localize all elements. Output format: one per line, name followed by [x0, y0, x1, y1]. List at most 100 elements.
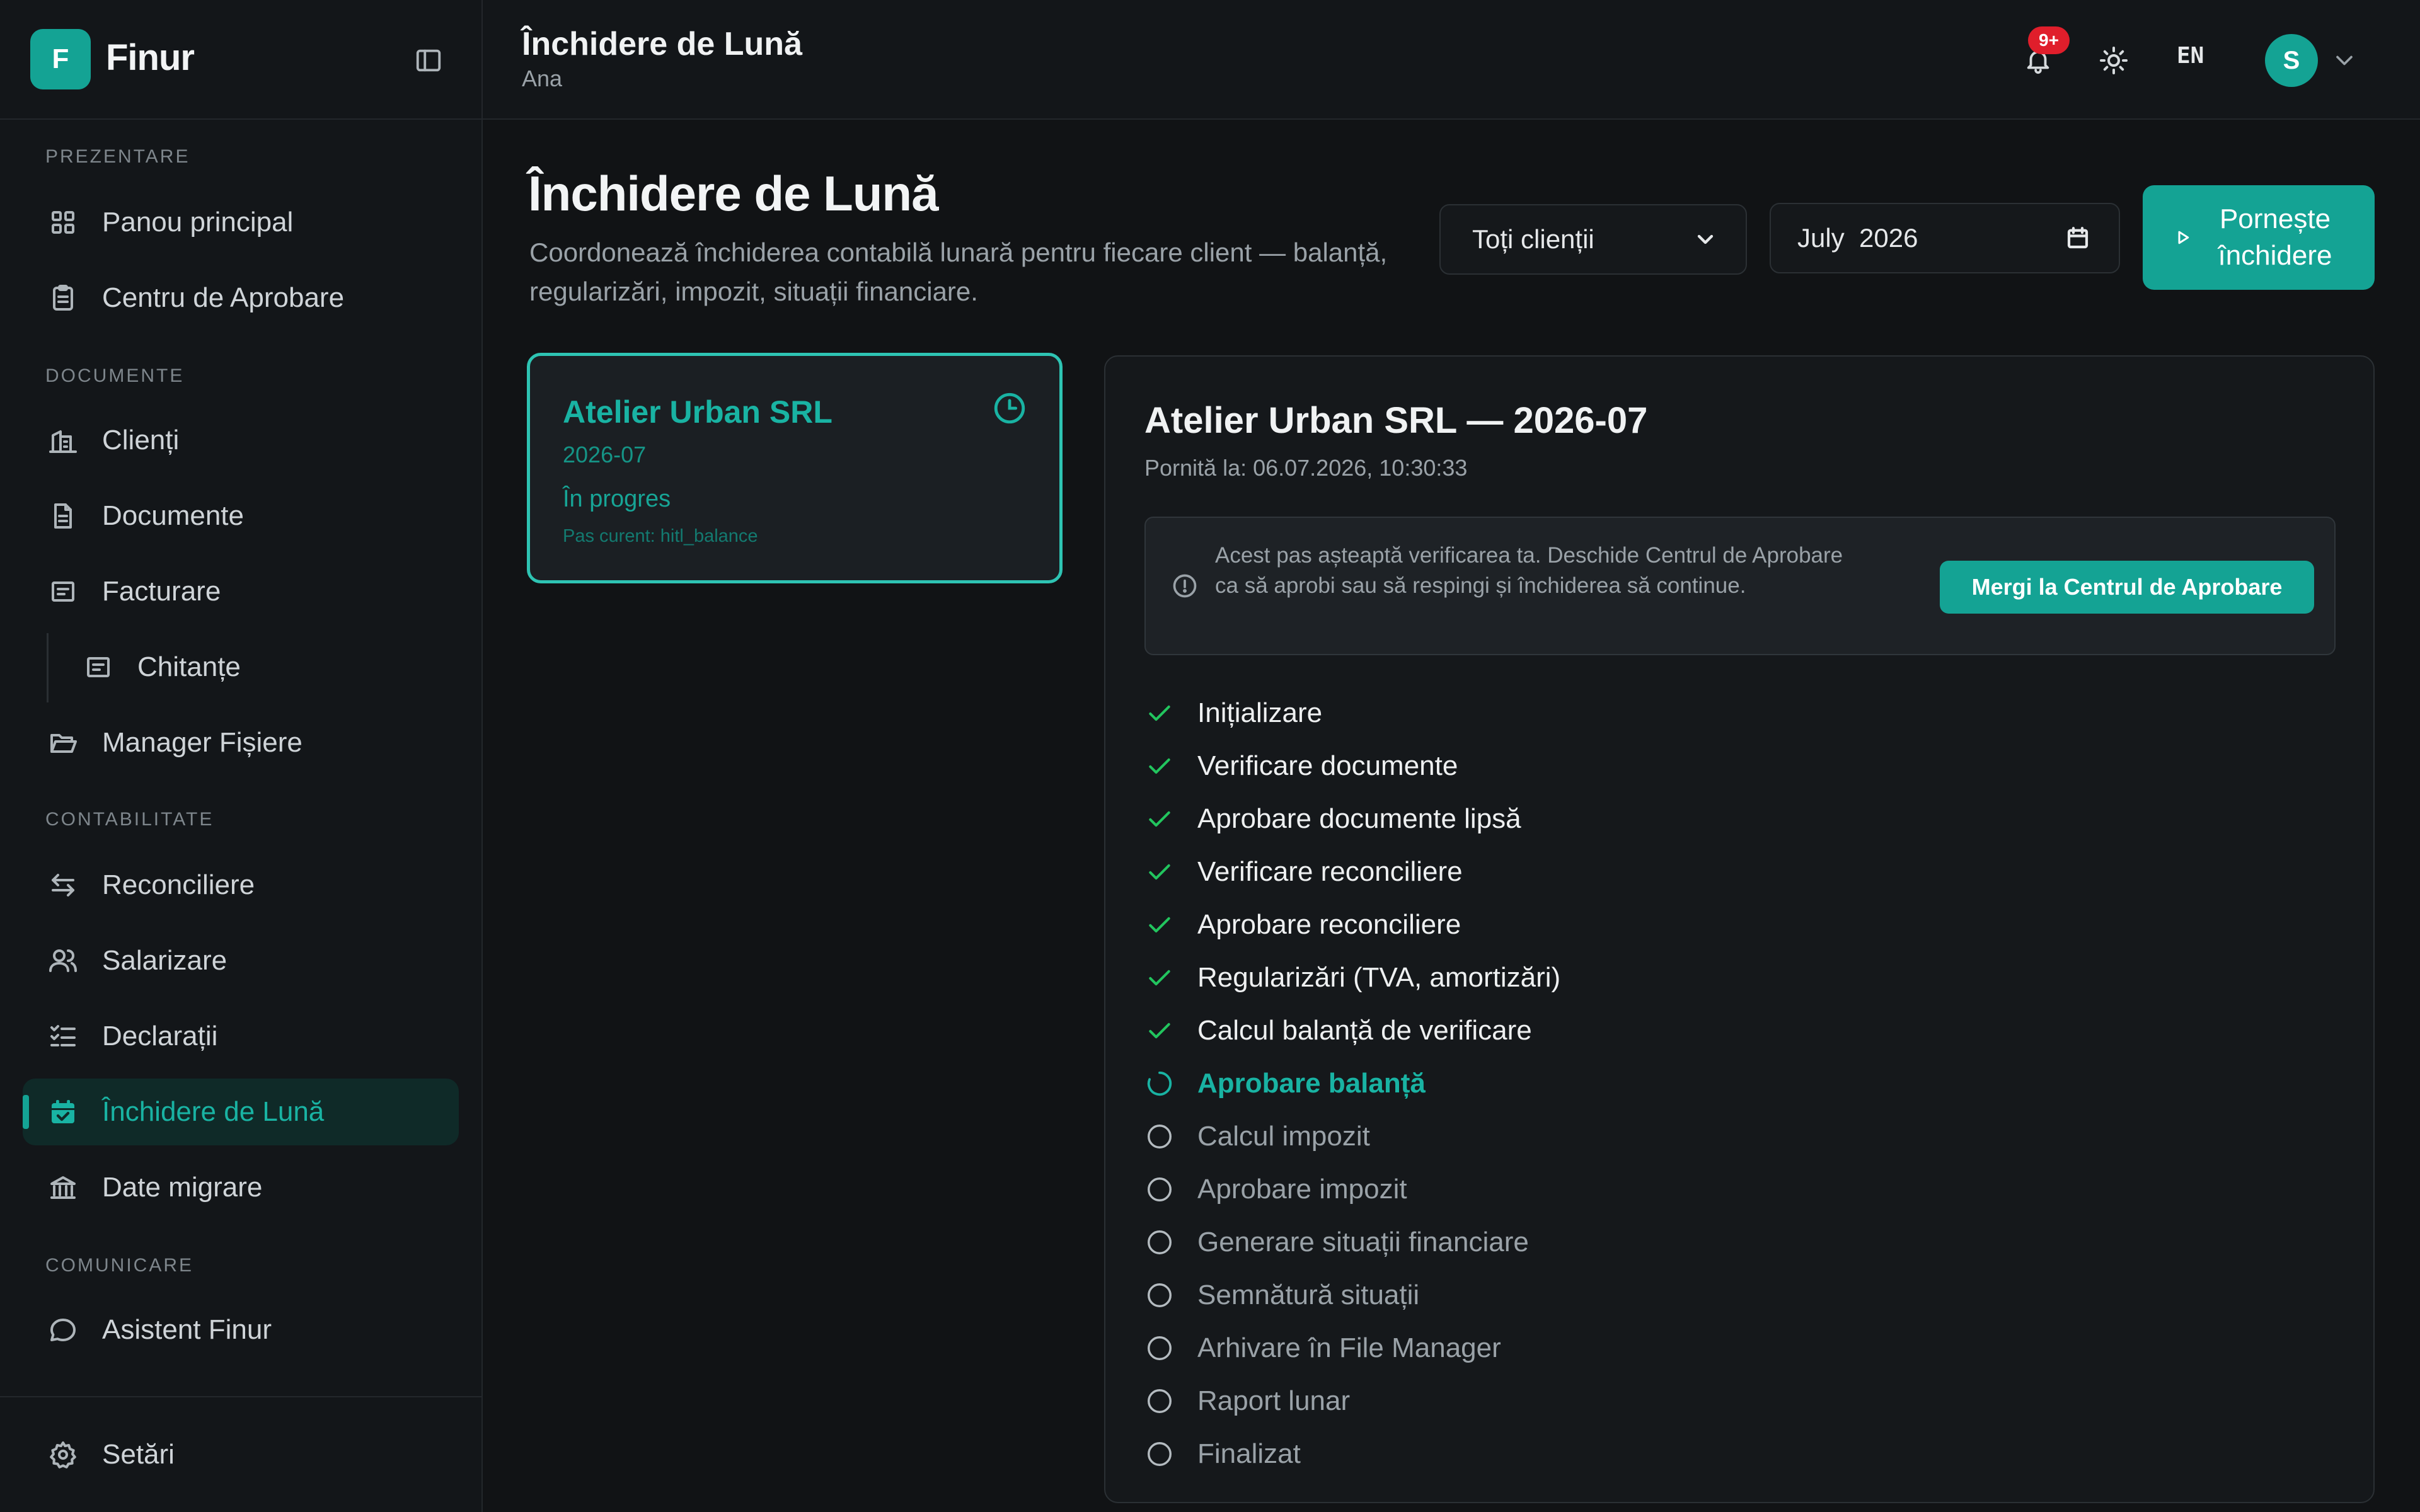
current-step-label: Pas curent: hitl_balance [563, 526, 758, 546]
circle-icon [1144, 1227, 1175, 1257]
step-item: Semnătură situații [1144, 1269, 2279, 1322]
sidebar-item-declarations[interactable]: Declarații [23, 1003, 459, 1070]
info-icon [1173, 574, 1197, 598]
circle-icon [1144, 1174, 1175, 1205]
sidebar-item-label: Date migrare [102, 1172, 263, 1203]
step-label: Verificare reconciliere [1197, 856, 1463, 887]
chevron-down-icon [2336, 55, 2353, 66]
check-icon [1144, 910, 1175, 940]
step-item: Calcul impozit [1144, 1110, 2279, 1163]
client-filter-select[interactable]: Toți clienții [1439, 204, 1747, 275]
grid-icon [47, 206, 79, 239]
sidebar-item-assistant[interactable]: Asistent Finur [23, 1297, 459, 1363]
sidebar-item-label: Declarații [102, 1021, 218, 1051]
sidebar-item-clients[interactable]: Clienți [23, 407, 459, 474]
step-item: Regularizări (TVA, amortizări) [1144, 951, 2279, 1004]
sidebar-item-reconciliation[interactable]: Reconciliere [23, 852, 459, 919]
topbar-title: Închidere de Lună [522, 26, 802, 62]
sidebar-item-approval-center[interactable]: Centru de Aprobare [23, 265, 459, 331]
check-icon [1144, 857, 1175, 887]
logo-badge: F [30, 29, 91, 89]
language-switcher[interactable]: EN [2177, 43, 2204, 69]
step-label: Aprobare impozit [1197, 1174, 1407, 1205]
status-badge: În progres [563, 486, 671, 512]
sidebar-item-migration-data[interactable]: Date migrare [23, 1154, 459, 1221]
clock-icon [994, 392, 1025, 424]
play-icon [2178, 231, 2189, 244]
go-to-approval-center-button[interactable]: Mergi la Centrul de Aprobare [1940, 561, 2314, 614]
step-item: Aprobare documente lipsă [1144, 793, 2279, 845]
calendar-check-icon [47, 1096, 79, 1128]
sidebar-panel-icon [416, 49, 441, 72]
step-label: Regularizări (TVA, amortizări) [1197, 962, 1561, 993]
client-filter-value: Toți clienții [1472, 224, 1594, 254]
check-icon [1144, 751, 1175, 781]
users-icon [47, 944, 79, 977]
check-icon [1144, 698, 1175, 728]
circle-icon [1144, 1386, 1175, 1416]
step-label: Generare situații financiare [1197, 1227, 1529, 1257]
chevron-down-icon [1697, 234, 1714, 244]
avatar[interactable]: S [2265, 34, 2318, 87]
sidebar-item-month-close[interactable]: Închidere de Lună [23, 1079, 459, 1145]
app-root: F Finur PREZENTARE Panou principal Centr… [0, 0, 2420, 1512]
step-item: Inițializare [1144, 687, 2279, 740]
step-label: Calcul impozit [1197, 1121, 1370, 1152]
circle-icon [1144, 1280, 1175, 1310]
gear-icon [47, 1438, 79, 1471]
sidebar-item-label: Documente [102, 500, 245, 531]
step-label: Aprobare reconciliere [1197, 909, 1461, 940]
active-indicator [23, 1095, 29, 1129]
sidebar-item-label: Chitanțe [137, 651, 241, 682]
sidebar-item-file-manager[interactable]: Manager Fișiere [23, 709, 459, 776]
page-title: Închidere de Lună [528, 166, 938, 221]
arrows-swap-icon [47, 869, 79, 902]
file-icon [47, 500, 79, 532]
section-label-prezentare: PREZENTARE [45, 146, 190, 167]
sidebar-item-label: Manager Fișiere [102, 727, 302, 758]
sun-icon [2100, 47, 2128, 74]
sidebar-header: F Finur [0, 0, 481, 120]
start-close-button[interactable]: Pornește închidere [2143, 185, 2375, 290]
sidebar-item-billing[interactable]: Facturare [23, 558, 459, 625]
sidebar-item-label: Centru de Aprobare [102, 282, 345, 313]
step-label: Verificare documente [1197, 750, 1458, 781]
sidebar-item-receipts[interactable]: Chitanțe [47, 634, 459, 701]
sidebar-item-settings[interactable]: Setări [23, 1421, 459, 1488]
user-menu-button[interactable] [2319, 35, 2370, 86]
sidebar-item-label: Setări [102, 1439, 175, 1470]
page-description: Coordonează închiderea contabilă lunară … [529, 238, 1388, 306]
calendar-icon [2067, 227, 2089, 249]
sidebar-item-label: Închidere de Lună [102, 1096, 325, 1127]
step-label: Finalizat [1197, 1438, 1301, 1469]
step-item: Finalizat [1144, 1428, 2279, 1480]
sidebar-toggle-button[interactable] [411, 44, 446, 77]
step-item: Aprobare balanță [1144, 1057, 2279, 1110]
receipt-text-icon [82, 651, 115, 684]
step-label: Calcul balanță de verificare [1197, 1015, 1532, 1046]
step-item: Aprobare reconciliere [1144, 898, 2279, 951]
clipboard-check-icon [47, 282, 79, 314]
step-label: Aprobare balanță [1197, 1068, 1426, 1099]
step-item: Verificare reconciliere [1144, 845, 2279, 898]
section-label-comunicare: COMUNICARE [45, 1255, 194, 1276]
building-icon [47, 424, 79, 457]
sidebar-item-label: Clienți [102, 425, 180, 455]
sidebar-item-documents[interactable]: Documente [23, 483, 459, 549]
sidebar-item-label: Panou principal [102, 207, 294, 238]
check-icon [1144, 804, 1175, 834]
approval-alert: Acest pas așteaptă verificarea ta. Desch… [1144, 517, 2336, 655]
sidebar-item-payroll[interactable]: Salarizare [23, 927, 459, 994]
sidebar-item-label: Asistent Finur [102, 1314, 272, 1345]
step-label: Aprobare documente lipsă [1197, 803, 1521, 834]
period-value: July 2026 [1797, 223, 1918, 253]
client-close-card[interactable]: Atelier Urban SRL 2026-07 În progres Pas… [527, 353, 1063, 583]
client-name: Atelier Urban SRL [563, 394, 833, 430]
theme-toggle-button[interactable] [2089, 35, 2139, 86]
notification-badge: 9+ [2028, 26, 2070, 54]
step-label: Raport lunar [1197, 1385, 1351, 1416]
circle-icon [1144, 1439, 1175, 1469]
sidebar-item-dashboard[interactable]: Panou principal [23, 189, 459, 256]
period-month-input[interactable]: July 2026 [1770, 203, 2120, 273]
sidebar-item-label: Reconciliere [102, 869, 255, 900]
